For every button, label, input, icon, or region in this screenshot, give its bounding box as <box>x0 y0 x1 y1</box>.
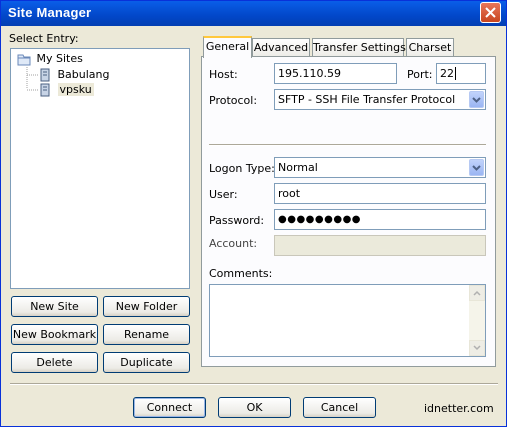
tree-item-my-sites[interactable]: My Sites <box>17 52 83 66</box>
ok-button[interactable]: OK <box>218 397 291 418</box>
cancel-button[interactable]: Cancel <box>303 397 376 418</box>
protocol-value: SFTP - SSH File Transfer Protocol <box>278 93 456 106</box>
server-icon <box>40 83 50 97</box>
new-folder-button[interactable]: New Folder <box>103 296 190 317</box>
footer-divider <box>10 383 498 385</box>
logon-type-value: Normal <box>278 161 318 174</box>
chevron-down-icon <box>472 165 481 171</box>
logon-type-label: Logon Type: <box>209 162 275 175</box>
user-input[interactable]: root <box>274 183 486 204</box>
title-bar: Site Manager <box>1 1 506 26</box>
host-label: Host: <box>209 68 238 81</box>
tree-root-label: My Sites <box>36 52 83 65</box>
select-entry-label: Select Entry: <box>9 32 79 45</box>
user-label: User: <box>209 188 238 201</box>
tree-item-label: vpsku <box>57 83 94 96</box>
scroll-down-button[interactable] <box>469 340 485 356</box>
comments-scrollbar[interactable] <box>469 285 485 356</box>
tree-item-vpsku[interactable]: vpsku <box>39 83 94 97</box>
site-manager-window: Site Manager Select Entry: My Sites Babu… <box>0 0 507 427</box>
comments-label: Comments: <box>209 267 273 280</box>
close-button[interactable] <box>480 2 501 23</box>
port-label: Port: <box>407 68 433 81</box>
rename-button[interactable]: Rename <box>103 324 190 345</box>
protocol-label: Protocol: <box>209 94 258 107</box>
server-icon <box>40 68 50 82</box>
new-bookmark-button[interactable]: New Bookmark <box>11 324 98 345</box>
divider <box>209 144 486 146</box>
tab-charset[interactable]: Charset <box>406 38 454 57</box>
account-label: Account: <box>209 237 258 250</box>
port-value: 22 <box>440 67 454 80</box>
chevron-up-icon <box>473 290 481 296</box>
protocol-select[interactable]: SFTP - SSH File Transfer Protocol <box>274 89 486 110</box>
duplicate-button[interactable]: Duplicate <box>103 352 190 373</box>
tab-advanced[interactable]: Advanced <box>252 38 310 57</box>
scroll-up-button[interactable] <box>469 285 485 301</box>
tree-item-babulang[interactable]: Babulang <box>39 68 110 82</box>
comments-textarea[interactable] <box>209 284 486 357</box>
host-input[interactable]: 195.110.59 <box>274 63 397 84</box>
password-label: Password: <box>209 214 265 227</box>
delete-button[interactable]: Delete <box>11 352 98 373</box>
chevron-down-icon <box>473 345 481 351</box>
connect-button[interactable]: Connect <box>133 397 206 418</box>
tab-general[interactable]: General <box>203 36 252 58</box>
protocol-dropdown-button[interactable] <box>469 91 484 108</box>
watermark: idnetter.com <box>424 402 494 415</box>
tree-item-label: Babulang <box>57 68 110 81</box>
text-cursor <box>455 67 456 80</box>
folder-icon <box>17 54 31 66</box>
account-input <box>274 235 486 256</box>
logon-type-select[interactable]: Normal <box>274 157 486 178</box>
new-site-button[interactable]: New Site <box>11 296 98 317</box>
chevron-down-icon <box>472 97 481 103</box>
logon-type-dropdown-button[interactable] <box>469 159 484 176</box>
window-title: Site Manager <box>8 5 92 20</box>
close-icon <box>485 7 496 18</box>
tab-transfer-settings[interactable]: Transfer Settings <box>312 38 406 57</box>
password-input[interactable]: ●●●●●●●●● <box>274 209 486 230</box>
site-tree[interactable]: My Sites Babulang vpsku <box>10 48 190 289</box>
port-input[interactable]: 22 <box>436 63 486 84</box>
